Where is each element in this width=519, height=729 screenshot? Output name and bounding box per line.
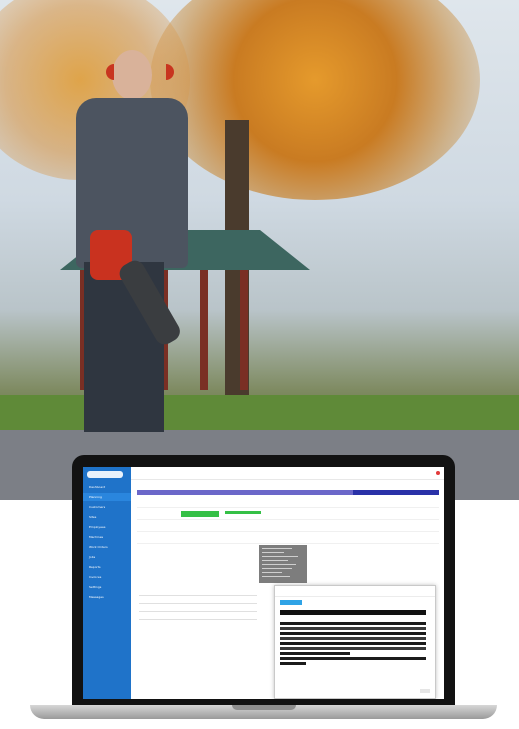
sidebar-item[interactable]: Invoices <box>83 573 131 581</box>
sidebar-item[interactable]: Work Orders <box>83 543 131 551</box>
sidebar-item[interactable]: Planning <box>83 493 131 501</box>
leaf-blower <box>90 230 184 360</box>
notification-dot[interactable] <box>436 471 440 475</box>
detail-modal <box>274 585 436 699</box>
modal-separator <box>275 596 435 597</box>
app-topbar <box>131 467 444 480</box>
sidebar-item[interactable]: Jobs <box>83 553 131 561</box>
photo-gardener-leaf-blower <box>0 0 519 500</box>
modal-table <box>280 610 426 668</box>
sidebar-item[interactable]: Customers <box>83 503 131 511</box>
app-sidebar: Dashboard Planning Customers Sites Emplo… <box>83 467 131 699</box>
calendar-event[interactable] <box>225 511 261 514</box>
app-logo <box>87 471 123 478</box>
ear-muffs <box>106 64 174 80</box>
modal-action-button[interactable] <box>280 600 302 605</box>
job-list <box>139 587 257 627</box>
laptop-notch <box>232 705 296 710</box>
laptop-screen: Dashboard Planning Customers Sites Emplo… <box>83 467 444 699</box>
sidebar-item[interactable]: Messages <box>83 593 131 601</box>
autumn-foliage <box>150 0 480 200</box>
sidebar-item[interactable]: Machines <box>83 533 131 541</box>
event-tooltip <box>259 545 307 583</box>
laptop: Dashboard Planning Customers Sites Emplo… <box>30 455 497 720</box>
modal-table-header <box>280 610 426 615</box>
sidebar-item[interactable]: Dashboard <box>83 483 131 491</box>
sidebar-item[interactable]: Reports <box>83 563 131 571</box>
app-main <box>131 467 444 699</box>
sidebar-item[interactable]: Settings <box>83 583 131 591</box>
sidebar-item[interactable]: Sites <box>83 513 131 521</box>
modal-close-button[interactable] <box>420 689 430 693</box>
sidebar-item[interactable]: Employees <box>83 523 131 531</box>
calendar-event[interactable] <box>181 511 219 517</box>
